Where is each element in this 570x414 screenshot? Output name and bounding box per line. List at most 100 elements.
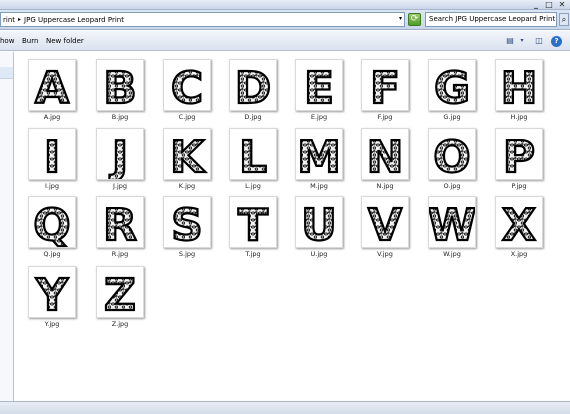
- file-name: L.jpg: [245, 182, 261, 190]
- view-options-icon[interactable]: ▤: [504, 36, 516, 46]
- leopard-letter-image: L: [238, 131, 268, 179]
- leopard-letter-image: D: [234, 62, 273, 110]
- leopard-letter-image: F: [369, 62, 401, 110]
- search-icon[interactable]: ⌕: [559, 13, 569, 26]
- file-name: D.jpg: [244, 113, 262, 121]
- file-item[interactable]: D D.jpg: [223, 55, 283, 125]
- file-item[interactable]: V V.jpg: [355, 192, 415, 262]
- file-item[interactable]: E E.jpg: [289, 55, 349, 125]
- close-button[interactable]: ✕: [556, 0, 568, 9]
- file-item[interactable]: R R.jpg: [90, 192, 150, 262]
- file-name: I.jpg: [44, 182, 60, 190]
- file-item[interactable]: T T.jpg: [223, 192, 283, 262]
- file-item[interactable]: S S.jpg: [157, 192, 217, 262]
- file-name: X.jpg: [510, 250, 528, 258]
- new-folder-button[interactable]: New folder: [46, 37, 84, 45]
- file-name: U.jpg: [310, 250, 328, 258]
- file-item[interactable]: W W.jpg: [422, 192, 482, 262]
- file-item[interactable]: A A.jpg: [22, 55, 82, 125]
- file-thumbnail[interactable]: Y: [28, 266, 76, 318]
- file-thumbnail[interactable]: X: [495, 196, 543, 248]
- file-name: G.jpg: [443, 113, 461, 121]
- file-thumbnail[interactable]: I: [28, 128, 76, 180]
- file-item[interactable]: J J.jpg: [90, 124, 150, 194]
- file-thumbnail[interactable]: T: [229, 196, 277, 248]
- view-dropdown-icon[interactable]: ▾: [516, 36, 528, 46]
- file-thumbnail[interactable]: J: [96, 128, 144, 180]
- file-thumbnail[interactable]: E: [295, 59, 343, 111]
- file-name: P.jpg: [511, 182, 527, 190]
- file-item[interactable]: F F.jpg: [355, 55, 415, 125]
- file-thumbnail[interactable]: D: [229, 59, 277, 111]
- file-item[interactable]: X X.jpg: [489, 192, 549, 262]
- file-thumbnail[interactable]: H: [495, 59, 543, 111]
- file-item[interactable]: Q Q.jpg: [22, 192, 82, 262]
- breadcrumb-parent[interactable]: rint: [3, 16, 15, 24]
- file-thumbnail[interactable]: Z: [96, 266, 144, 318]
- thumbnail-letter: M: [297, 132, 341, 179]
- preview-pane-icon[interactable]: ◫: [533, 36, 545, 46]
- address-bar[interactable]: rint ▸ JPG Uppercase Leopard Print ▾: [0, 12, 405, 27]
- address-dropdown-icon[interactable]: ▾: [399, 15, 402, 22]
- file-thumbnail[interactable]: O: [428, 128, 476, 180]
- file-thumbnail[interactable]: K: [163, 128, 211, 180]
- file-item[interactable]: O O.jpg: [422, 124, 482, 194]
- burn-button[interactable]: Burn: [22, 37, 38, 45]
- leopard-letter-image: J: [108, 131, 130, 179]
- search-input[interactable]: Search JPG Uppercase Leopard Print: [425, 12, 557, 27]
- file-name: C.jpg: [178, 113, 196, 121]
- breadcrumb-current[interactable]: JPG Uppercase Leopard Print: [24, 16, 124, 24]
- file-item[interactable]: N N.jpg: [355, 124, 415, 194]
- leopard-letter-image: W: [429, 199, 475, 247]
- file-thumbnail[interactable]: G: [428, 59, 476, 111]
- file-thumbnail[interactable]: W: [428, 196, 476, 248]
- file-item[interactable]: L L.jpg: [223, 124, 283, 194]
- file-thumbnail[interactable]: U: [295, 196, 343, 248]
- leopard-letter-image: P: [502, 131, 536, 179]
- file-item[interactable]: Z Z.jpg: [90, 262, 150, 332]
- thumbnail-letter: N: [367, 132, 404, 179]
- thumbnail-letter: E: [304, 63, 334, 110]
- address-row: rint ▸ JPG Uppercase Leopard Print ▾ ⟳ S…: [0, 10, 570, 30]
- thumbnail-letter: D: [235, 63, 272, 110]
- file-thumbnail[interactable]: V: [361, 196, 409, 248]
- file-thumbnail[interactable]: S: [163, 196, 211, 248]
- file-name: Y.jpg: [44, 320, 60, 328]
- file-item[interactable]: B B.jpg: [90, 55, 150, 125]
- file-item[interactable]: P P.jpg: [489, 124, 549, 194]
- file-thumbnail[interactable]: N: [361, 128, 409, 180]
- file-thumbnail[interactable]: A: [28, 59, 76, 111]
- file-item[interactable]: U U.jpg: [289, 192, 349, 262]
- file-name: B.jpg: [111, 113, 129, 121]
- file-thumbnail[interactable]: M: [295, 128, 343, 180]
- file-item[interactable]: I I.jpg: [22, 124, 82, 194]
- file-thumbnail[interactable]: L: [229, 128, 277, 180]
- file-name: W.jpg: [443, 250, 461, 258]
- breadcrumb-arrow-icon[interactable]: ▸: [18, 16, 21, 23]
- file-thumbnail[interactable]: B: [96, 59, 144, 111]
- leopard-letter-image: O: [432, 131, 472, 179]
- maximize-button[interactable]: □: [543, 0, 555, 9]
- show-button[interactable]: how: [0, 37, 14, 45]
- file-name: K.jpg: [178, 182, 196, 190]
- file-item[interactable]: Y Y.jpg: [22, 262, 82, 332]
- help-icon[interactable]: ?: [551, 36, 562, 47]
- file-name: V.jpg: [377, 250, 393, 258]
- file-thumbnail[interactable]: C: [163, 59, 211, 111]
- file-thumbnail[interactable]: Q: [28, 196, 76, 248]
- minimize-button[interactable]: _: [530, 0, 542, 9]
- file-item[interactable]: G G.jpg: [422, 55, 482, 125]
- navigation-selected-item[interactable]: [0, 67, 13, 79]
- leopard-letter-image: Z: [103, 269, 137, 317]
- file-thumbnail[interactable]: R: [96, 196, 144, 248]
- file-item[interactable]: C C.jpg: [157, 55, 217, 125]
- thumbnail-letter: L: [239, 132, 267, 179]
- leopard-letter-image: A: [34, 62, 70, 110]
- thumbnail-letter: X: [502, 200, 536, 247]
- file-thumbnail[interactable]: P: [495, 128, 543, 180]
- refresh-icon[interactable]: ⟳: [408, 13, 421, 26]
- file-item[interactable]: M M.jpg: [289, 124, 349, 194]
- file-thumbnail[interactable]: F: [361, 59, 409, 111]
- file-item[interactable]: H H.jpg: [489, 55, 549, 125]
- file-item[interactable]: K K.jpg: [157, 124, 217, 194]
